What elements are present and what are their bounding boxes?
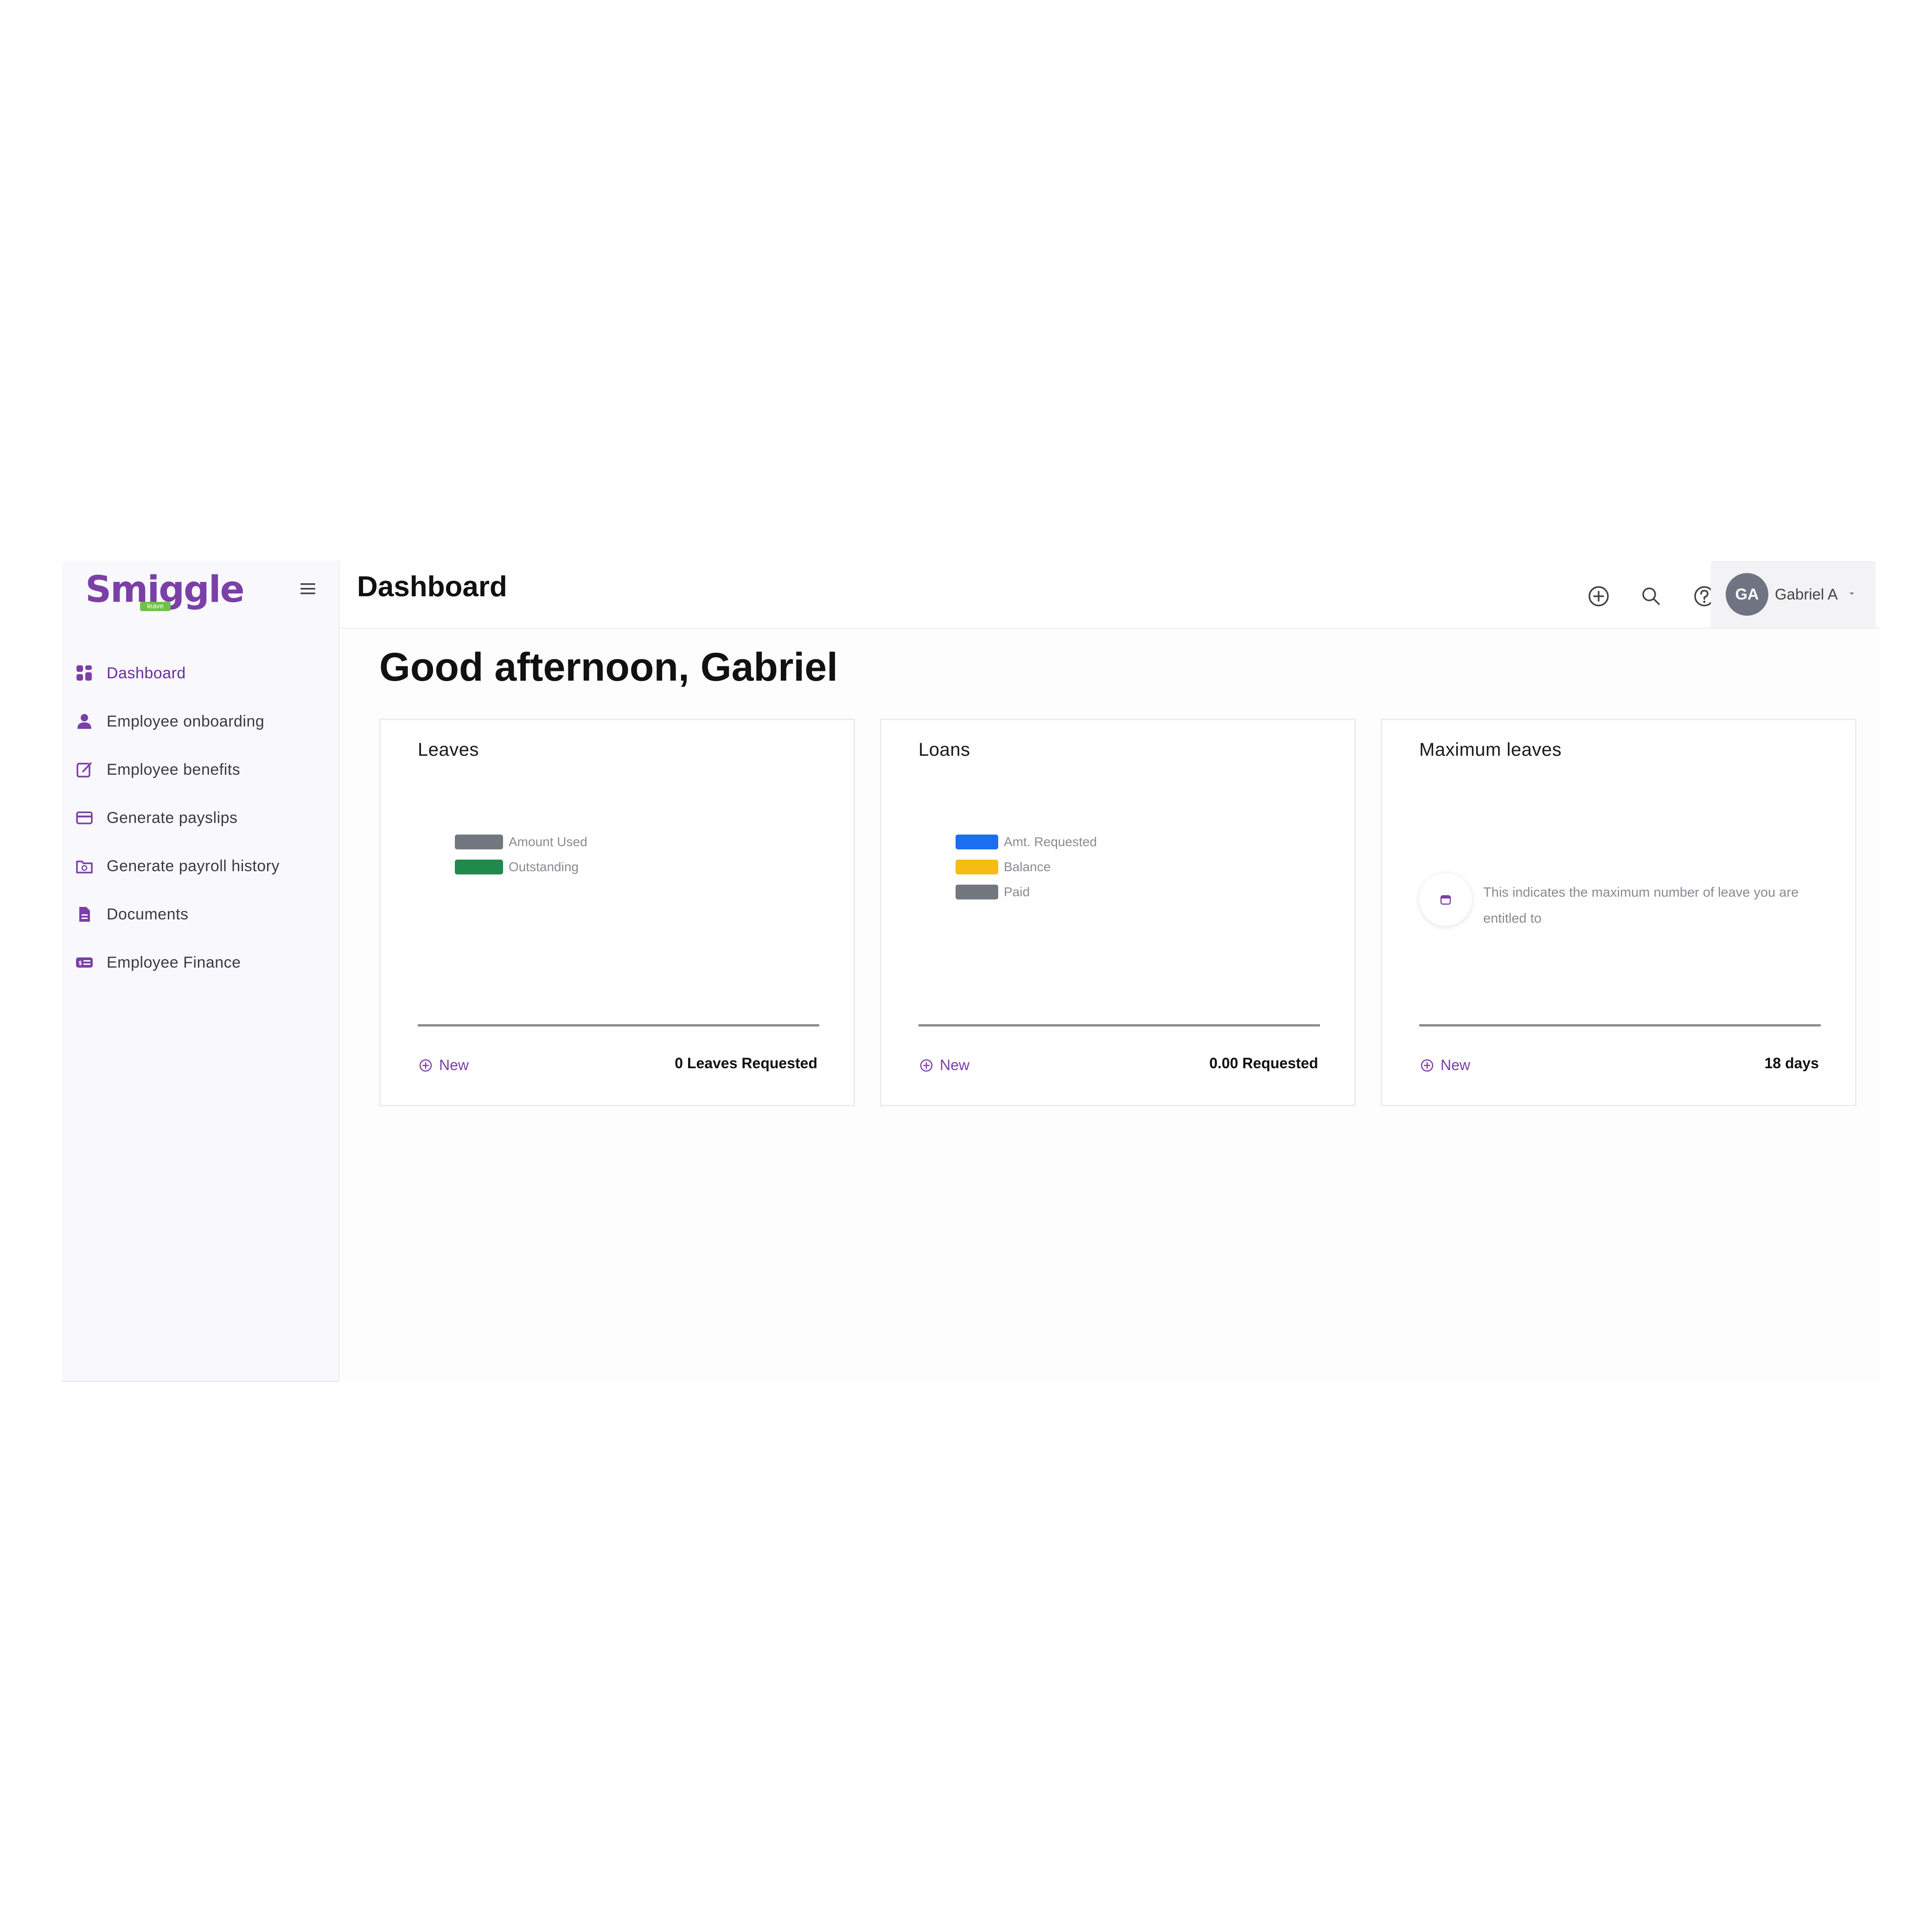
legend-swatch xyxy=(956,885,998,899)
sidebar-item-generate-payslips[interactable]: Generate payslips xyxy=(62,794,338,842)
new-loan-button[interactable]: New xyxy=(918,1057,969,1074)
sidebar-item-employee-onboarding[interactable]: Employee onboarding xyxy=(62,697,338,746)
calendar-icon xyxy=(1419,873,1472,926)
maximum-leaves-card: Maximum leaves This indicates the maximu… xyxy=(1381,719,1856,1106)
card-title: Loans xyxy=(918,740,970,760)
app-window: Smiggle leave Dashboard Employee onboard… xyxy=(62,561,1880,1382)
legend-swatch xyxy=(956,860,998,874)
sidebar-item-label: Employee benefits xyxy=(107,760,241,778)
dashboard-grid-icon xyxy=(75,664,94,682)
legend-item: Outstanding xyxy=(455,854,587,880)
card-title: Leaves xyxy=(418,740,479,760)
caret-down-icon xyxy=(1848,590,1855,599)
sidebar-item-label: Employee Finance xyxy=(107,953,241,971)
new-leave-button[interactable]: New xyxy=(418,1057,469,1074)
legend-swatch xyxy=(455,860,503,874)
card-divider xyxy=(1419,1024,1821,1027)
legend-item: Balance xyxy=(956,854,1097,880)
greeting-heading: Good afternoon, Gabriel xyxy=(379,645,838,689)
legend-label: Paid xyxy=(1004,885,1030,899)
sidebar-item-employee-finance[interactable]: $ Employee Finance xyxy=(62,938,338,987)
legend-label: Outstanding xyxy=(509,860,579,874)
sidebar-item-label: Generate payslips xyxy=(107,809,238,827)
top-header: Dashboard GA Gabriel A xyxy=(339,561,1880,629)
chart-legend: Amt. Requested Balance Paid xyxy=(956,829,1097,905)
plus-circle-icon xyxy=(918,1058,934,1073)
chart-legend: Amount Used Outstanding xyxy=(455,829,587,880)
legend-item: Amount Used xyxy=(455,829,587,854)
legend-label: Amount Used xyxy=(509,835,587,849)
sidebar-item-employee-benefits[interactable]: Employee benefits xyxy=(62,746,338,794)
user-name: Gabriel A xyxy=(1775,586,1838,603)
sidebar-item-label: Generate payroll history xyxy=(107,857,280,875)
page-title: Dashboard xyxy=(357,571,507,603)
plus-circle-icon[interactable] xyxy=(1587,584,1611,608)
max-leaves-days-stat: 18 days xyxy=(1764,1055,1819,1071)
leaves-requested-stat: 0 Leaves Requested xyxy=(675,1055,817,1071)
brand-tag: leave xyxy=(140,602,171,611)
card-divider xyxy=(418,1024,819,1027)
sidebar-nav: Dashboard Employee onboarding Employee b… xyxy=(62,649,338,987)
legend-swatch xyxy=(455,835,503,849)
plus-circle-icon xyxy=(1419,1058,1435,1073)
legend-label: Amt. Requested xyxy=(1004,835,1097,849)
loans-requested-stat: 0.00 Requested xyxy=(1209,1055,1318,1071)
document-icon xyxy=(75,905,94,924)
card-divider xyxy=(918,1024,1320,1027)
brand-logo[interactable]: Smiggle leave xyxy=(85,567,244,618)
new-link-label: New xyxy=(1441,1057,1471,1073)
info-text: This indicates the maximum number of lea… xyxy=(1483,885,1799,926)
sidebar-item-label: Employee onboarding xyxy=(107,712,265,730)
sidebar-item-documents[interactable]: Documents xyxy=(62,890,338,938)
leaves-card: Leaves Amount Used Outstanding New 0 Lea… xyxy=(379,719,855,1106)
user-menu[interactable]: GA Gabriel A xyxy=(1711,561,1876,628)
card-title: Maximum leaves xyxy=(1419,740,1562,760)
sidebar: Smiggle leave Dashboard Employee onboard… xyxy=(62,561,339,1382)
card-icon xyxy=(75,809,94,827)
new-link-label: New xyxy=(940,1057,970,1073)
edit-icon xyxy=(75,760,94,779)
legend-label: Balance xyxy=(1004,860,1051,874)
plus-circle-icon xyxy=(418,1058,434,1073)
user-icon xyxy=(75,712,94,731)
loans-card: Loans Amt. Requested Balance Paid New 0.… xyxy=(880,719,1356,1106)
avatar: GA xyxy=(1726,573,1768,616)
sidebar-item-label: Documents xyxy=(107,905,189,923)
sidebar-item-dashboard[interactable]: Dashboard xyxy=(62,649,338,697)
sidebar-item-generate-payroll-history[interactable]: Generate payroll history xyxy=(62,842,338,890)
new-max-leave-button[interactable]: New xyxy=(1419,1057,1470,1074)
new-link-label: New xyxy=(439,1057,469,1073)
legend-item: Paid xyxy=(956,880,1097,905)
info-message: This indicates the maximum number of lea… xyxy=(1419,873,1817,931)
search-icon[interactable] xyxy=(1639,584,1663,608)
svg-text:$: $ xyxy=(78,960,82,966)
hamburger-menu-icon[interactable] xyxy=(299,580,317,598)
finance-icon: $ xyxy=(75,953,94,972)
legend-swatch xyxy=(956,835,998,849)
legend-item: Amt. Requested xyxy=(956,829,1097,854)
folder-clock-icon xyxy=(75,857,94,875)
sidebar-item-label: Dashboard xyxy=(107,664,186,682)
